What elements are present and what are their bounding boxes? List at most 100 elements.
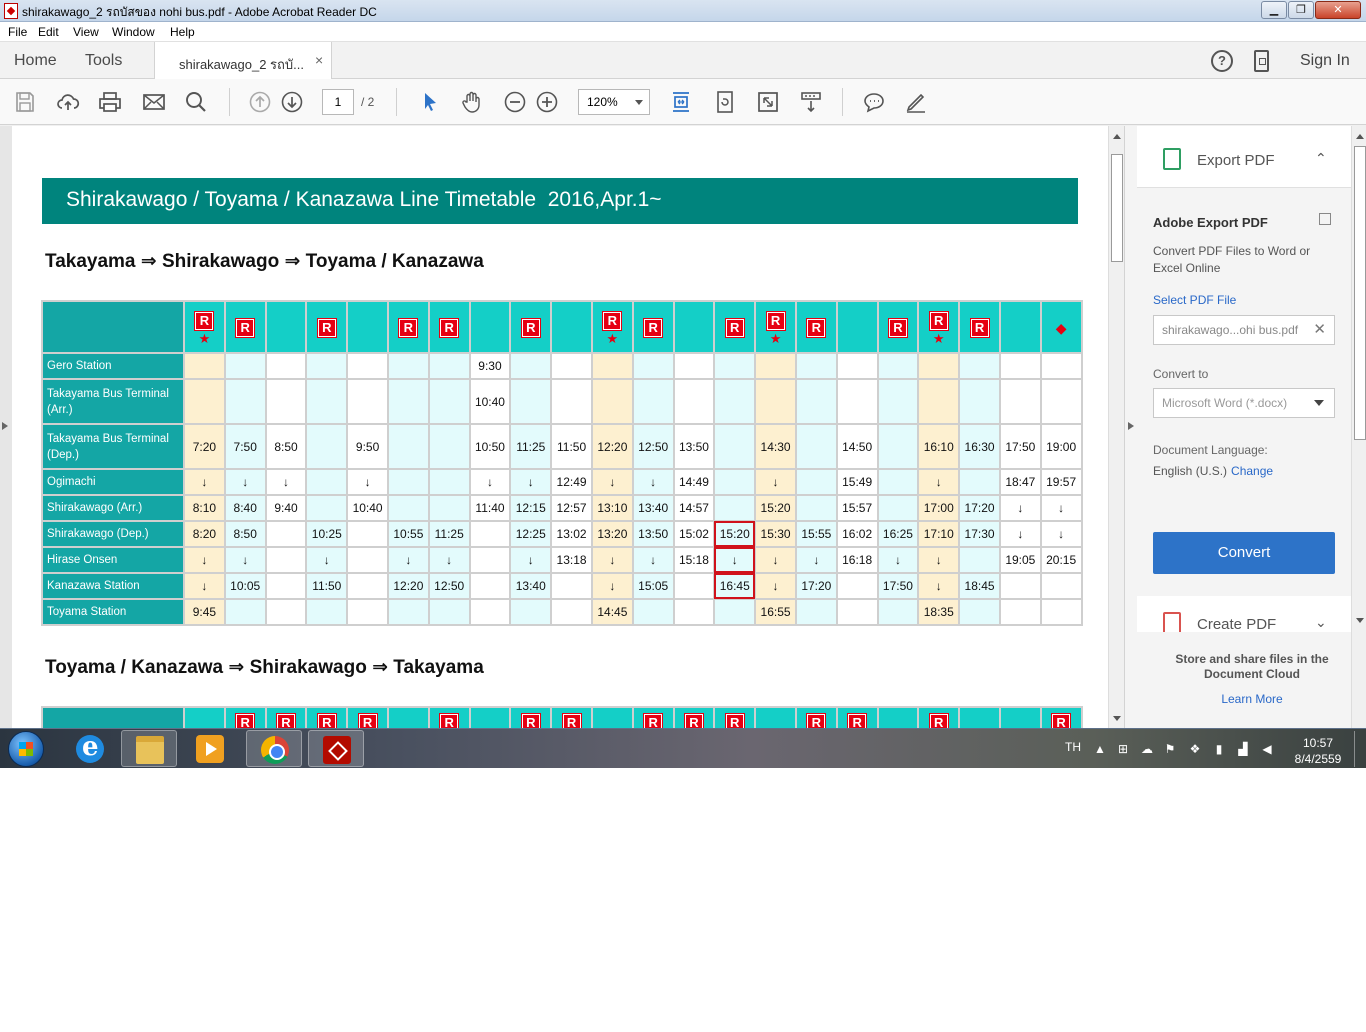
next-page-icon[interactable] <box>280 90 304 114</box>
bus-column-header: R <box>427 300 471 354</box>
show-desktop-button[interactable] <box>1354 731 1364 767</box>
cloud-upload-icon[interactable] <box>56 90 80 114</box>
menu-file[interactable]: File <box>8 25 27 39</box>
zoom-in-icon[interactable] <box>535 90 559 114</box>
convert-button[interactable]: Convert <box>1153 532 1335 574</box>
tab-home[interactable]: Home <box>14 52 57 70</box>
windows-icon[interactable]: ⊞ <box>1116 742 1130 756</box>
time-cell: 13:18 <box>550 546 593 574</box>
time-cell: 13:50 <box>672 423 716 470</box>
tray-expand-icon[interactable]: ▲ <box>1093 742 1107 756</box>
input-language-indicator[interactable]: TH <box>1065 740 1081 754</box>
help-icon[interactable]: ? <box>1211 50 1233 72</box>
convert-format-select[interactable]: Microsoft Word (*.docx) <box>1153 388 1335 418</box>
time-cell: ↓ <box>346 468 389 496</box>
time-cell <box>427 598 471 626</box>
start-button[interactable] <box>8 731 44 767</box>
hand-tool-icon[interactable] <box>460 90 484 114</box>
zoom-out-icon[interactable] <box>503 90 527 114</box>
time-cell: 11:50 <box>305 572 349 600</box>
bus-column-header <box>835 300 879 354</box>
export-pdf-header[interactable]: Export PDF ⌃ <box>1137 126 1351 188</box>
time-cell: 11:25 <box>427 520 471 548</box>
print-icon[interactable] <box>98 90 122 114</box>
timetable-row: Shirakawago (Arr.) 8:10 8:40 9:40 10:40 11:40… <box>41 494 1083 522</box>
pane-scrollbar[interactable] <box>1351 126 1366 728</box>
time-cell <box>264 352 308 380</box>
scroll-up-icon[interactable] <box>1113 130 1121 139</box>
time-cell <box>958 598 1001 626</box>
scroll-mode-icon[interactable] <box>799 90 823 114</box>
save-icon[interactable] <box>13 90 37 114</box>
select-pdf-file-link[interactable]: Select PDF File <box>1153 293 1236 307</box>
menu-help[interactable]: Help <box>170 25 195 39</box>
cloud-sync-icon[interactable]: ☁ <box>1140 742 1154 756</box>
bus-column-header: R <box>223 706 267 728</box>
comment-icon[interactable] <box>862 90 886 114</box>
pane-scroll-thumb[interactable] <box>1354 146 1366 440</box>
time-cell <box>958 378 1001 425</box>
change-language-link[interactable]: Change <box>1231 464 1273 478</box>
menu-window[interactable]: Window <box>112 25 155 39</box>
pane-scroll-down-icon[interactable] <box>1356 618 1364 627</box>
menu-view[interactable]: View <box>73 25 99 39</box>
selected-file-field[interactable]: shirakawago...ohi bus.pdf ✕ <box>1153 315 1335 345</box>
timetable-row: Toyama Station 9:45 14:45 16:55 18:35 <box>41 598 1083 626</box>
time-cell: ↓ <box>183 546 226 574</box>
page-number-input[interactable]: 1 <box>322 89 354 115</box>
time-cell <box>346 378 389 425</box>
tab-document[interactable]: shirakawago_2 รถบั... × <box>154 42 332 80</box>
taskbar-media-player[interactable] <box>182 730 238 767</box>
close-button[interactable]: ✕ <box>1315 1 1361 19</box>
scroll-down-icon[interactable] <box>1113 716 1121 725</box>
taskbar-chrome[interactable] <box>246 730 302 767</box>
timetable-row: Gero Station 9:30 <box>41 352 1083 380</box>
battery-icon[interactable]: ▮ <box>1212 742 1226 756</box>
document-viewport[interactable]: Shirakawago / Toyama / Kanazawa Line Tim… <box>0 126 1124 728</box>
timetable-row: Takayama Bus Terminal (Arr.) 10:40 <box>41 378 1083 425</box>
chevron-down-icon[interactable]: ⌄ <box>1315 614 1327 631</box>
fit-page-icon[interactable] <box>669 90 693 114</box>
tab-tools[interactable]: Tools <box>85 52 122 70</box>
rotate-view-icon[interactable] <box>713 90 737 114</box>
email-icon[interactable] <box>142 90 166 114</box>
timetable-row: Hirase Onsen ↓ ↓ ↓ ↓ ↓ ↓ 13:18 ↓ ↓ 15:18 ↓ ↓ ↓ 16:18 ↓ ↓… <box>41 546 1083 574</box>
zoom-level-select[interactable]: 120% <box>578 89 650 115</box>
sign-in-link[interactable]: Sign In <box>1300 52 1350 70</box>
left-panel-toggle-icon[interactable] <box>2 422 12 430</box>
volume-icon[interactable]: ◀ <box>1260 742 1274 756</box>
full-screen-icon[interactable] <box>756 90 780 114</box>
previous-page-icon[interactable] <box>248 90 272 114</box>
select-cursor-icon[interactable] <box>418 90 442 114</box>
taskbar-acrobat[interactable] <box>308 730 364 767</box>
network-signal-icon[interactable]: ▟ <box>1236 742 1250 756</box>
screen: shirakawago_2 รถบัสของ nohi bus.pdf - Ad… <box>0 0 1366 768</box>
maximize-button[interactable]: ❐ <box>1288 1 1314 19</box>
taskbar-file-explorer[interactable] <box>121 730 177 767</box>
time-cell: 19:05 <box>998 546 1042 574</box>
mobile-link-icon[interactable] <box>1254 50 1269 72</box>
title-bar: shirakawago_2 รถบัสของ nohi bus.pdf - Ad… <box>0 0 1366 22</box>
learn-more-link[interactable]: Learn More <box>1157 692 1347 706</box>
close-tab-icon[interactable]: × <box>315 52 323 68</box>
minimize-button[interactable]: ▁ <box>1261 1 1287 19</box>
time-cell: 11:50 <box>550 423 593 470</box>
time-cell <box>468 546 512 574</box>
pane-scroll-up-icon[interactable] <box>1356 130 1364 139</box>
time-cell: 17:00 <box>917 494 961 522</box>
time-cell: 17:30 <box>958 520 1001 548</box>
clear-file-icon[interactable]: ✕ <box>1313 316 1326 344</box>
taskbar-internet-explorer[interactable] <box>62 730 118 767</box>
sign-pen-icon[interactable] <box>904 90 928 114</box>
search-icon[interactable] <box>184 90 208 114</box>
chevron-up-icon[interactable]: ⌃ <box>1315 150 1327 167</box>
menu-edit[interactable]: Edit <box>38 25 59 39</box>
create-pdf-header[interactable]: Create PDF ⌄ <box>1137 596 1351 634</box>
scroll-thumb[interactable] <box>1111 154 1123 262</box>
copy-icon[interactable] <box>1319 213 1331 225</box>
document-scrollbar[interactable] <box>1108 126 1124 728</box>
flag-icon[interactable]: ⚑ <box>1163 742 1177 756</box>
dropbox-icon[interactable]: ❖ <box>1188 742 1202 756</box>
system-clock[interactable]: 10:57 8/4/2559 <box>1288 735 1348 767</box>
bus-column-header: R <box>794 706 838 728</box>
